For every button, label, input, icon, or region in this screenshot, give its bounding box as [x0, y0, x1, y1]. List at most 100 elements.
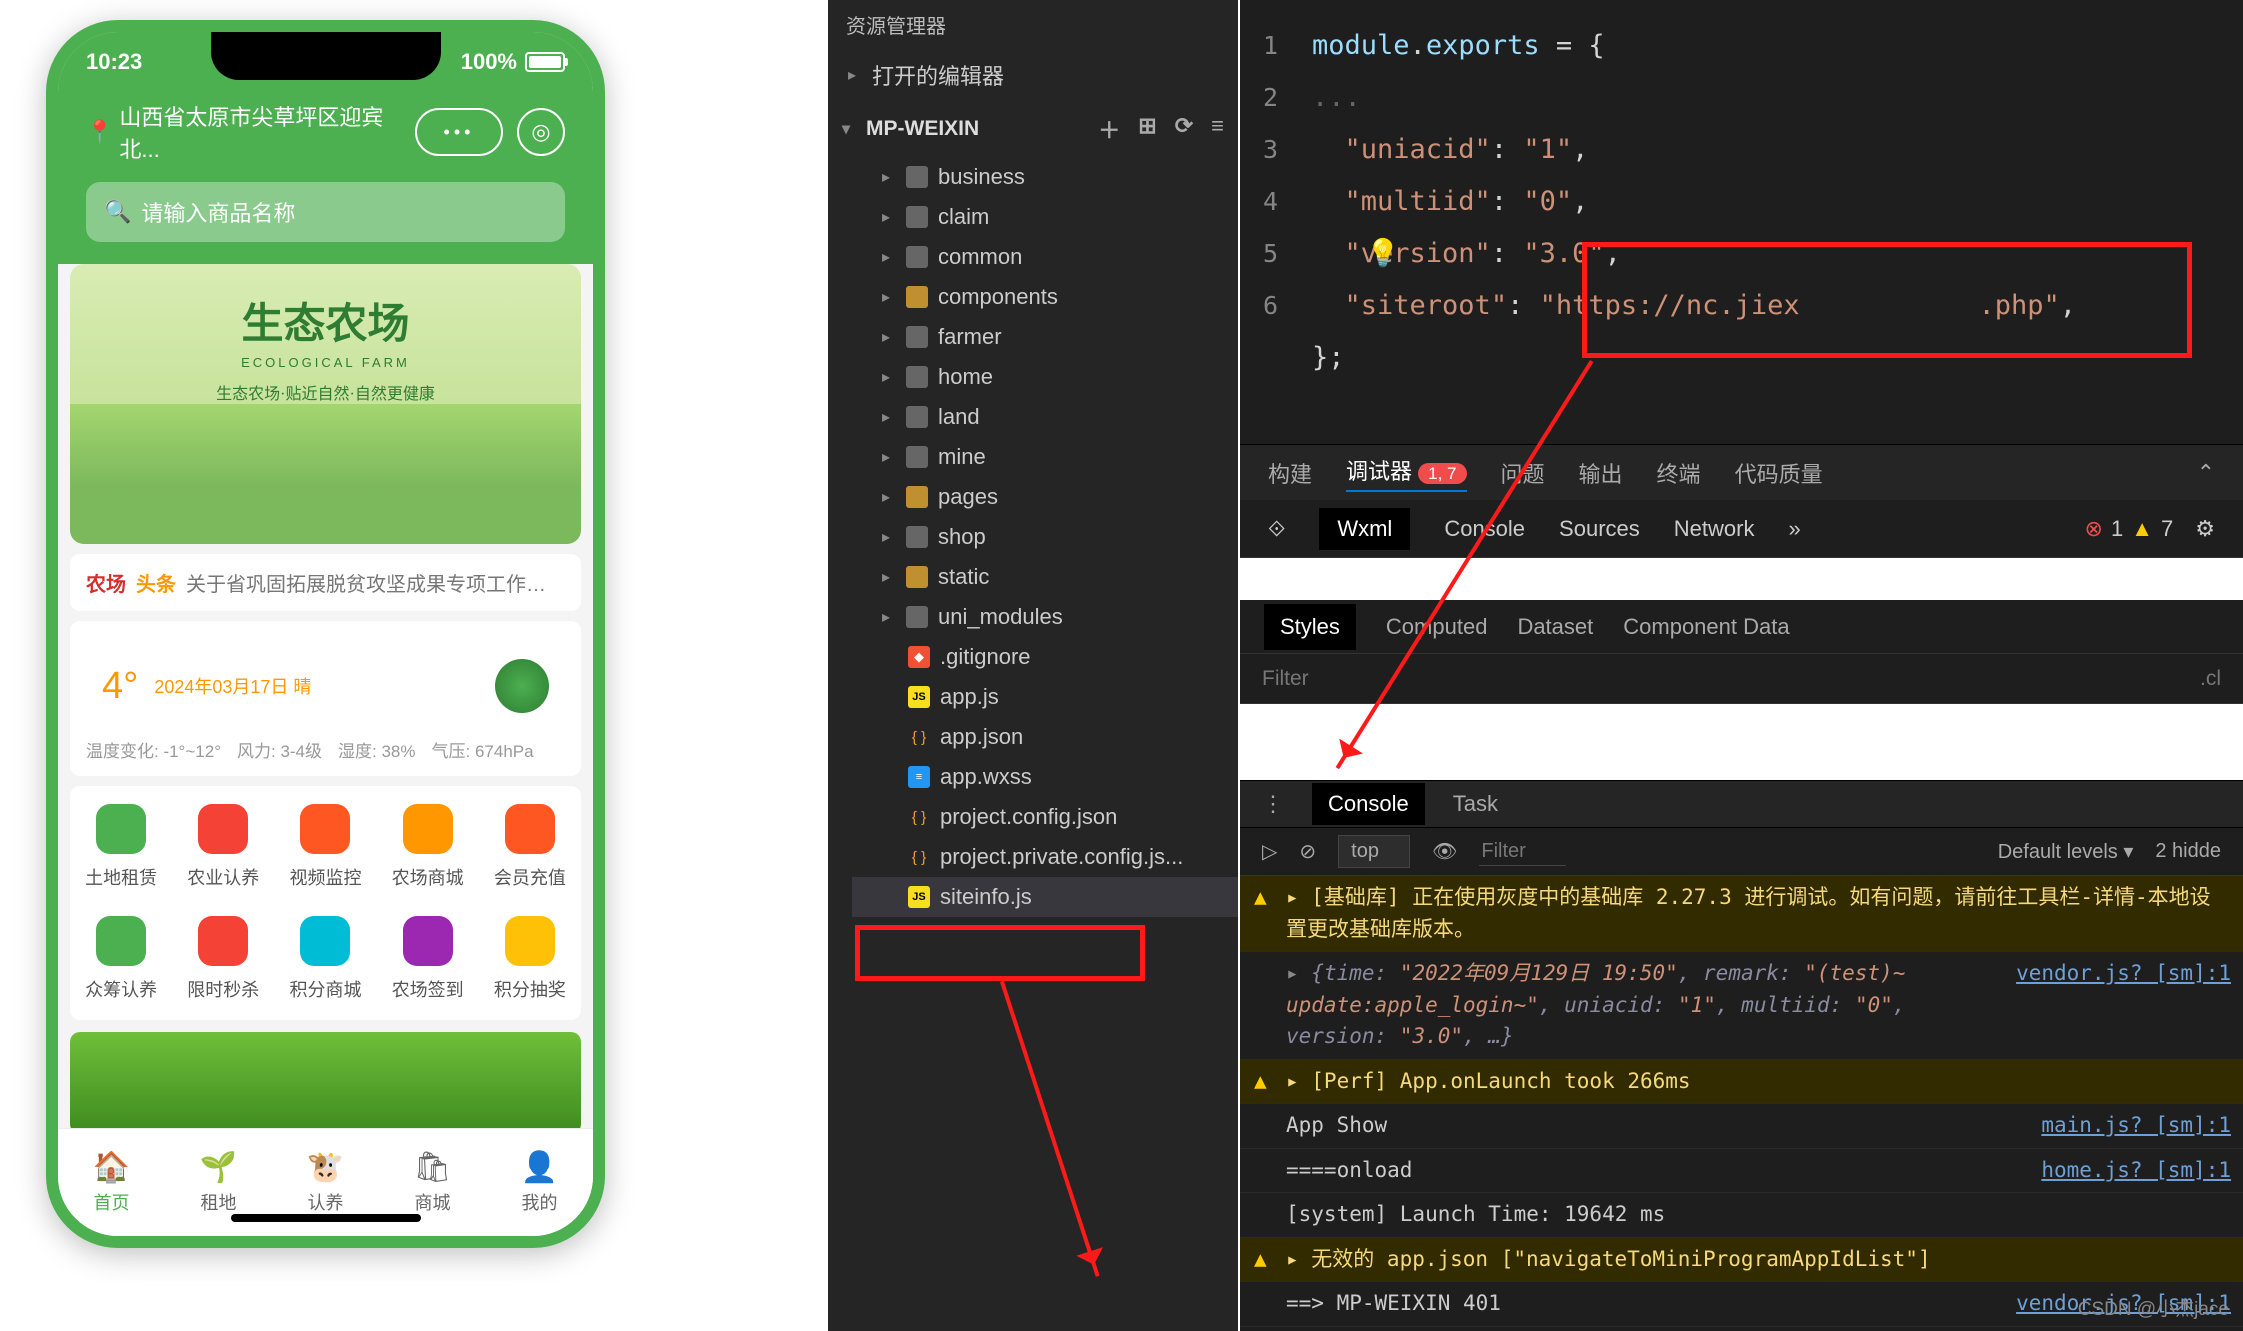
folder-land[interactable]: ▸land: [852, 397, 1238, 437]
folder-static[interactable]: ▸static: [852, 557, 1238, 597]
gear-icon[interactable]: ⚙: [2195, 516, 2215, 542]
file-.gitignore[interactable]: ◆.gitignore: [852, 637, 1238, 677]
grid-item[interactable]: 会员充值: [479, 804, 581, 890]
tab-build[interactable]: 构建: [1268, 457, 1312, 489]
log-line[interactable]: App Showmain.js? [sm]:1: [1240, 1104, 2243, 1149]
subtab-network[interactable]: Network: [1674, 516, 1755, 542]
grid-item[interactable]: 积分抽奖: [479, 916, 581, 1002]
log-line[interactable]: ▸ [Perf] App.onLaunch took 266ms: [1240, 1060, 2243, 1105]
log-line[interactable]: query ▸ {}vendor.js? [sm]:1: [1240, 1327, 2243, 1331]
subtab-sources[interactable]: Sources: [1559, 516, 1640, 542]
log-source[interactable]: vendor.js? [sm]:1: [2016, 958, 2231, 1053]
tab-computed[interactable]: Computed: [1386, 614, 1488, 640]
news-tag1: 农场: [86, 568, 126, 597]
file-explorer: 资源管理器 ▸打开的编辑器 ▾MP-WEIXIN ＋ ⊞ ⟳ ≡ ▸busine…: [828, 0, 1238, 1331]
folder-common[interactable]: ▸common: [852, 237, 1238, 277]
folder-pages[interactable]: ▸pages: [852, 477, 1238, 517]
tab-terminal[interactable]: 终端: [1657, 457, 1701, 489]
grid-item[interactable]: 积分商城: [274, 916, 376, 1002]
capsule-close[interactable]: ◎: [517, 108, 565, 156]
tab-styles[interactable]: Styles: [1264, 604, 1356, 650]
file-app.js[interactable]: JSapp.js: [852, 677, 1238, 717]
subtab-console[interactable]: Console: [1444, 516, 1525, 542]
news-bar[interactable]: 农场头条 关于省巩固拓展脱贫攻坚成果专项工作领导小组2...: [70, 554, 581, 611]
project-section[interactable]: ▾MP-WEIXIN ＋ ⊞ ⟳ ≡: [828, 101, 1238, 157]
folder-shop[interactable]: ▸shop: [852, 517, 1238, 557]
styles-filter[interactable]: Filter .cl: [1240, 654, 2243, 704]
console-filter[interactable]: Filter: [1479, 838, 1565, 866]
location-bar[interactable]: 📍山西省太原市尖草坪区迎宾北... ••• ◎: [58, 92, 593, 182]
error-icon[interactable]: ⊗: [2085, 516, 2103, 542]
collapse-icon[interactable]: ≡: [1211, 113, 1224, 145]
grid-item[interactable]: 众筹认养: [70, 916, 172, 1002]
tab-quality[interactable]: 代码质量: [1735, 457, 1823, 489]
file-app.json[interactable]: { }app.json: [852, 717, 1238, 757]
levels-select[interactable]: Default levels ▾: [1998, 839, 2134, 864]
log-line[interactable]: ▸ 无效的 app.json ["navigateToMiniProgramAp…: [1240, 1238, 2243, 1283]
tab-problems[interactable]: 问题: [1501, 457, 1545, 489]
grid-item[interactable]: 农业认养: [172, 804, 274, 890]
file-app.wxss[interactable]: ≡app.wxss: [852, 757, 1238, 797]
log-line[interactable]: ====onloadhome.js? [sm]:1: [1240, 1149, 2243, 1194]
capsule-menu[interactable]: •••: [415, 108, 503, 156]
log-line[interactable]: ▸ [基础库] 正在使用灰度中的基础库 2.27.3 进行调试。如有问题，请前往…: [1240, 876, 2243, 952]
drawer-task[interactable]: Task: [1453, 791, 1498, 817]
log-line[interactable]: [system] Launch Time: 19642 ms: [1240, 1193, 2243, 1238]
warn-icon[interactable]: ▲: [2131, 516, 2153, 542]
tab-icon: 👤: [521, 1150, 558, 1185]
play-icon[interactable]: ▷: [1262, 839, 1277, 864]
new-folder-icon[interactable]: ⊞: [1138, 113, 1156, 145]
inspect-icon[interactable]: ⟐: [1268, 516, 1285, 542]
console-toolbar: ▷ ⊘ top 👁 Filter Default levels ▾ 2 hidd…: [1240, 828, 2243, 876]
collapse-panel-icon[interactable]: ⌃: [2197, 460, 2215, 486]
eye-icon[interactable]: 👁: [1432, 839, 1457, 864]
weather-card[interactable]: 4° 2024年03月17日 晴 温度变化: -1°~12° 风力: 3-4级 …: [70, 621, 581, 776]
folder-icon: [906, 166, 928, 188]
folder-components[interactable]: ▸components: [852, 277, 1238, 317]
grid-item[interactable]: 限时秒杀: [172, 916, 274, 1002]
log-line[interactable]: ▸ {time: "2022年09月129日 19:50", remark: "…: [1240, 952, 2243, 1060]
grid-item[interactable]: 土地租赁: [70, 804, 172, 890]
file-project.config.json[interactable]: { }project.config.json: [852, 797, 1238, 837]
folder-uni_modules[interactable]: ▸uni_modules: [852, 597, 1238, 637]
tab-icon: 🌱: [200, 1150, 237, 1185]
refresh-icon[interactable]: ⟳: [1175, 113, 1193, 145]
file-siteinfo.js[interactable]: JSsiteinfo.js: [852, 877, 1238, 917]
more-tabs-icon[interactable]: »: [1788, 516, 1800, 542]
kebab-icon[interactable]: ⋮: [1262, 791, 1284, 817]
folder-icon: [906, 606, 928, 628]
tab-0[interactable]: 🏠首页: [58, 1129, 165, 1236]
console-output[interactable]: ▸ [基础库] 正在使用灰度中的基础库 2.27.3 进行调试。如有问题，请前往…: [1240, 876, 2243, 1331]
tab-component-data[interactable]: Component Data: [1623, 614, 1789, 640]
grid-item[interactable]: 农场签到: [377, 916, 479, 1002]
tab-4[interactable]: 👤我的: [486, 1129, 593, 1236]
hidden-count: 2 hidde: [2155, 840, 2221, 863]
drawer-console[interactable]: Console: [1312, 783, 1425, 825]
file-project.private.config.js...[interactable]: { }project.private.config.js...: [852, 837, 1238, 877]
log-source[interactable]: home.js? [sm]:1: [2041, 1155, 2231, 1187]
search-input[interactable]: 🔍 请输入商品名称: [86, 182, 565, 242]
code-editor[interactable]: 123456 module.exports = {... "uniacid": …: [1240, 0, 2243, 444]
grid-item[interactable]: 农场商城: [377, 804, 479, 890]
subtab-wxml[interactable]: Wxml: [1319, 508, 1410, 550]
weather-temp: 4°: [102, 665, 138, 708]
new-file-icon[interactable]: ＋: [1098, 113, 1120, 145]
folder-claim[interactable]: ▸claim: [852, 197, 1238, 237]
log-source[interactable]: main.js? [sm]:1: [2041, 1110, 2231, 1142]
clear-icon[interactable]: ⊘: [1299, 839, 1316, 864]
open-editors-section[interactable]: ▸打开的编辑器: [828, 49, 1238, 101]
tab-output[interactable]: 输出: [1579, 457, 1623, 489]
folder-mine[interactable]: ▸mine: [852, 437, 1238, 477]
tab-dataset[interactable]: Dataset: [1517, 614, 1593, 640]
folder-business[interactable]: ▸business: [852, 157, 1238, 197]
folder-farmer[interactable]: ▸farmer: [852, 317, 1238, 357]
tab-debugger[interactable]: 调试器 1, 7: [1346, 454, 1467, 492]
grid-icon: [96, 916, 146, 966]
weather-date: 2024年03月17日 晴: [154, 673, 311, 699]
grid-item[interactable]: 视频监控: [274, 804, 376, 890]
watermark: CSDN @小杰jace: [2078, 1294, 2229, 1321]
context-select[interactable]: top: [1338, 835, 1410, 868]
photo-banner[interactable]: [70, 1032, 581, 1134]
banner[interactable]: 生态农场 ECOLOGICAL FARM 生态农场·贴近自然·自然更健康: [70, 264, 581, 544]
folder-home[interactable]: ▸home: [852, 357, 1238, 397]
